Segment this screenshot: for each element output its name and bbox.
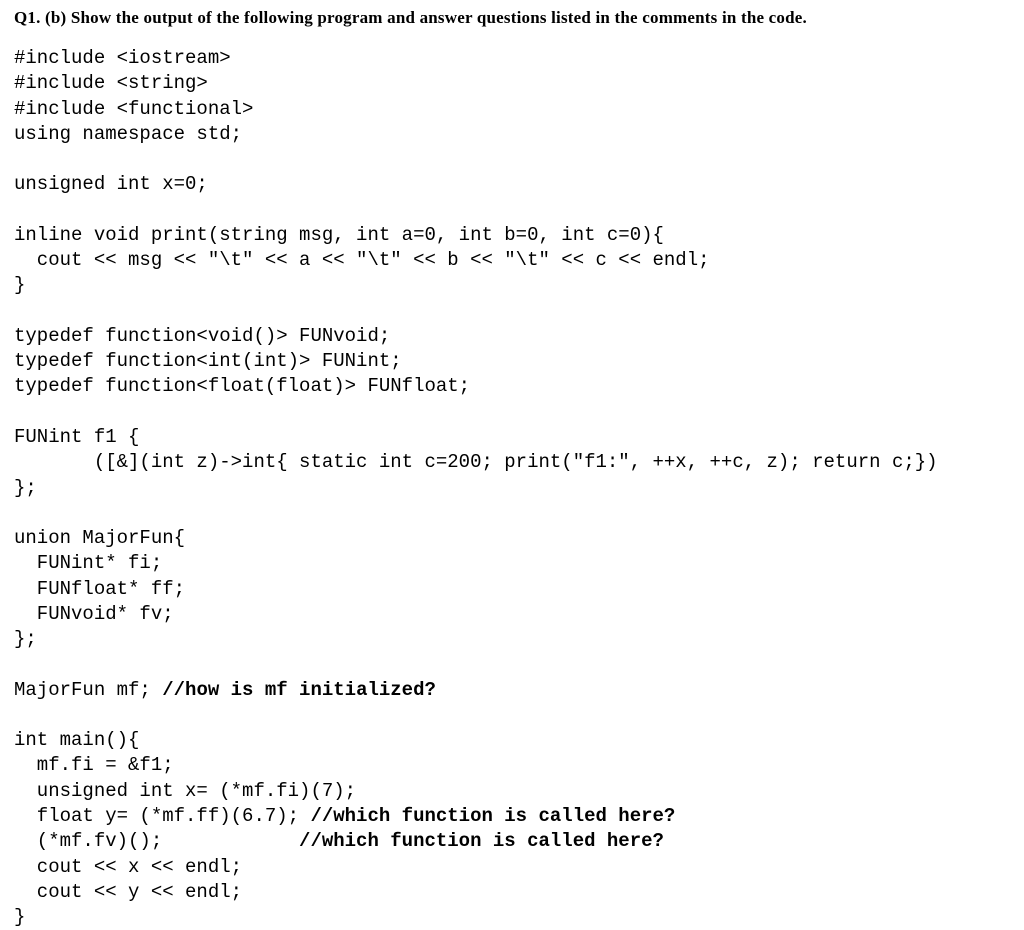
code-line: typedef function<float(float)> FUNfloat;: [14, 375, 470, 397]
code-line: #include <functional>: [14, 98, 253, 120]
code-line: }: [14, 906, 25, 928]
code-comment: //which function is called here?: [310, 805, 675, 827]
code-line: unsigned int x= (*mf.fi)(7);: [14, 780, 356, 802]
code-line: cout << msg << "\t" << a << "\t" << b <<…: [14, 249, 710, 271]
code-line: MajorFun mf;: [14, 679, 162, 701]
code-line: FUNint* fi;: [14, 552, 162, 574]
code-line: using namespace std;: [14, 123, 242, 145]
code-line: };: [14, 477, 37, 499]
code-comment: //how is mf initialized?: [162, 679, 436, 701]
code-line: #include <iostream>: [14, 47, 231, 69]
code-comment: //which function is called here?: [299, 830, 664, 852]
code-line: mf.fi = &f1;: [14, 754, 174, 776]
code-line: typedef function<void()> FUNvoid;: [14, 325, 390, 347]
code-line: #include <string>: [14, 72, 208, 94]
question-header: Q1. (b) Show the output of the following…: [14, 8, 1010, 28]
code-line: FUNfloat* ff;: [14, 578, 185, 600]
code-line: inline void print(string msg, int a=0, i…: [14, 224, 664, 246]
code-line: ([&](int z)->int{ static int c=200; prin…: [14, 451, 938, 473]
code-line: unsigned int x=0;: [14, 173, 208, 195]
code-block: #include <iostream> #include <string> #i…: [14, 46, 1010, 930]
code-line: int main(){: [14, 729, 139, 751]
code-line: float y= (*mf.ff)(6.7);: [14, 805, 310, 827]
code-line: cout << y << endl;: [14, 881, 242, 903]
code-line: FUNvoid* fv;: [14, 603, 174, 625]
code-line: (*mf.fv)();: [14, 830, 299, 852]
code-line: union MajorFun{: [14, 527, 185, 549]
code-line: cout << x << endl;: [14, 856, 242, 878]
code-line: }: [14, 274, 25, 296]
code-line: };: [14, 628, 37, 650]
code-line: FUNint f1 {: [14, 426, 139, 448]
code-line: typedef function<int(int)> FUNint;: [14, 350, 402, 372]
